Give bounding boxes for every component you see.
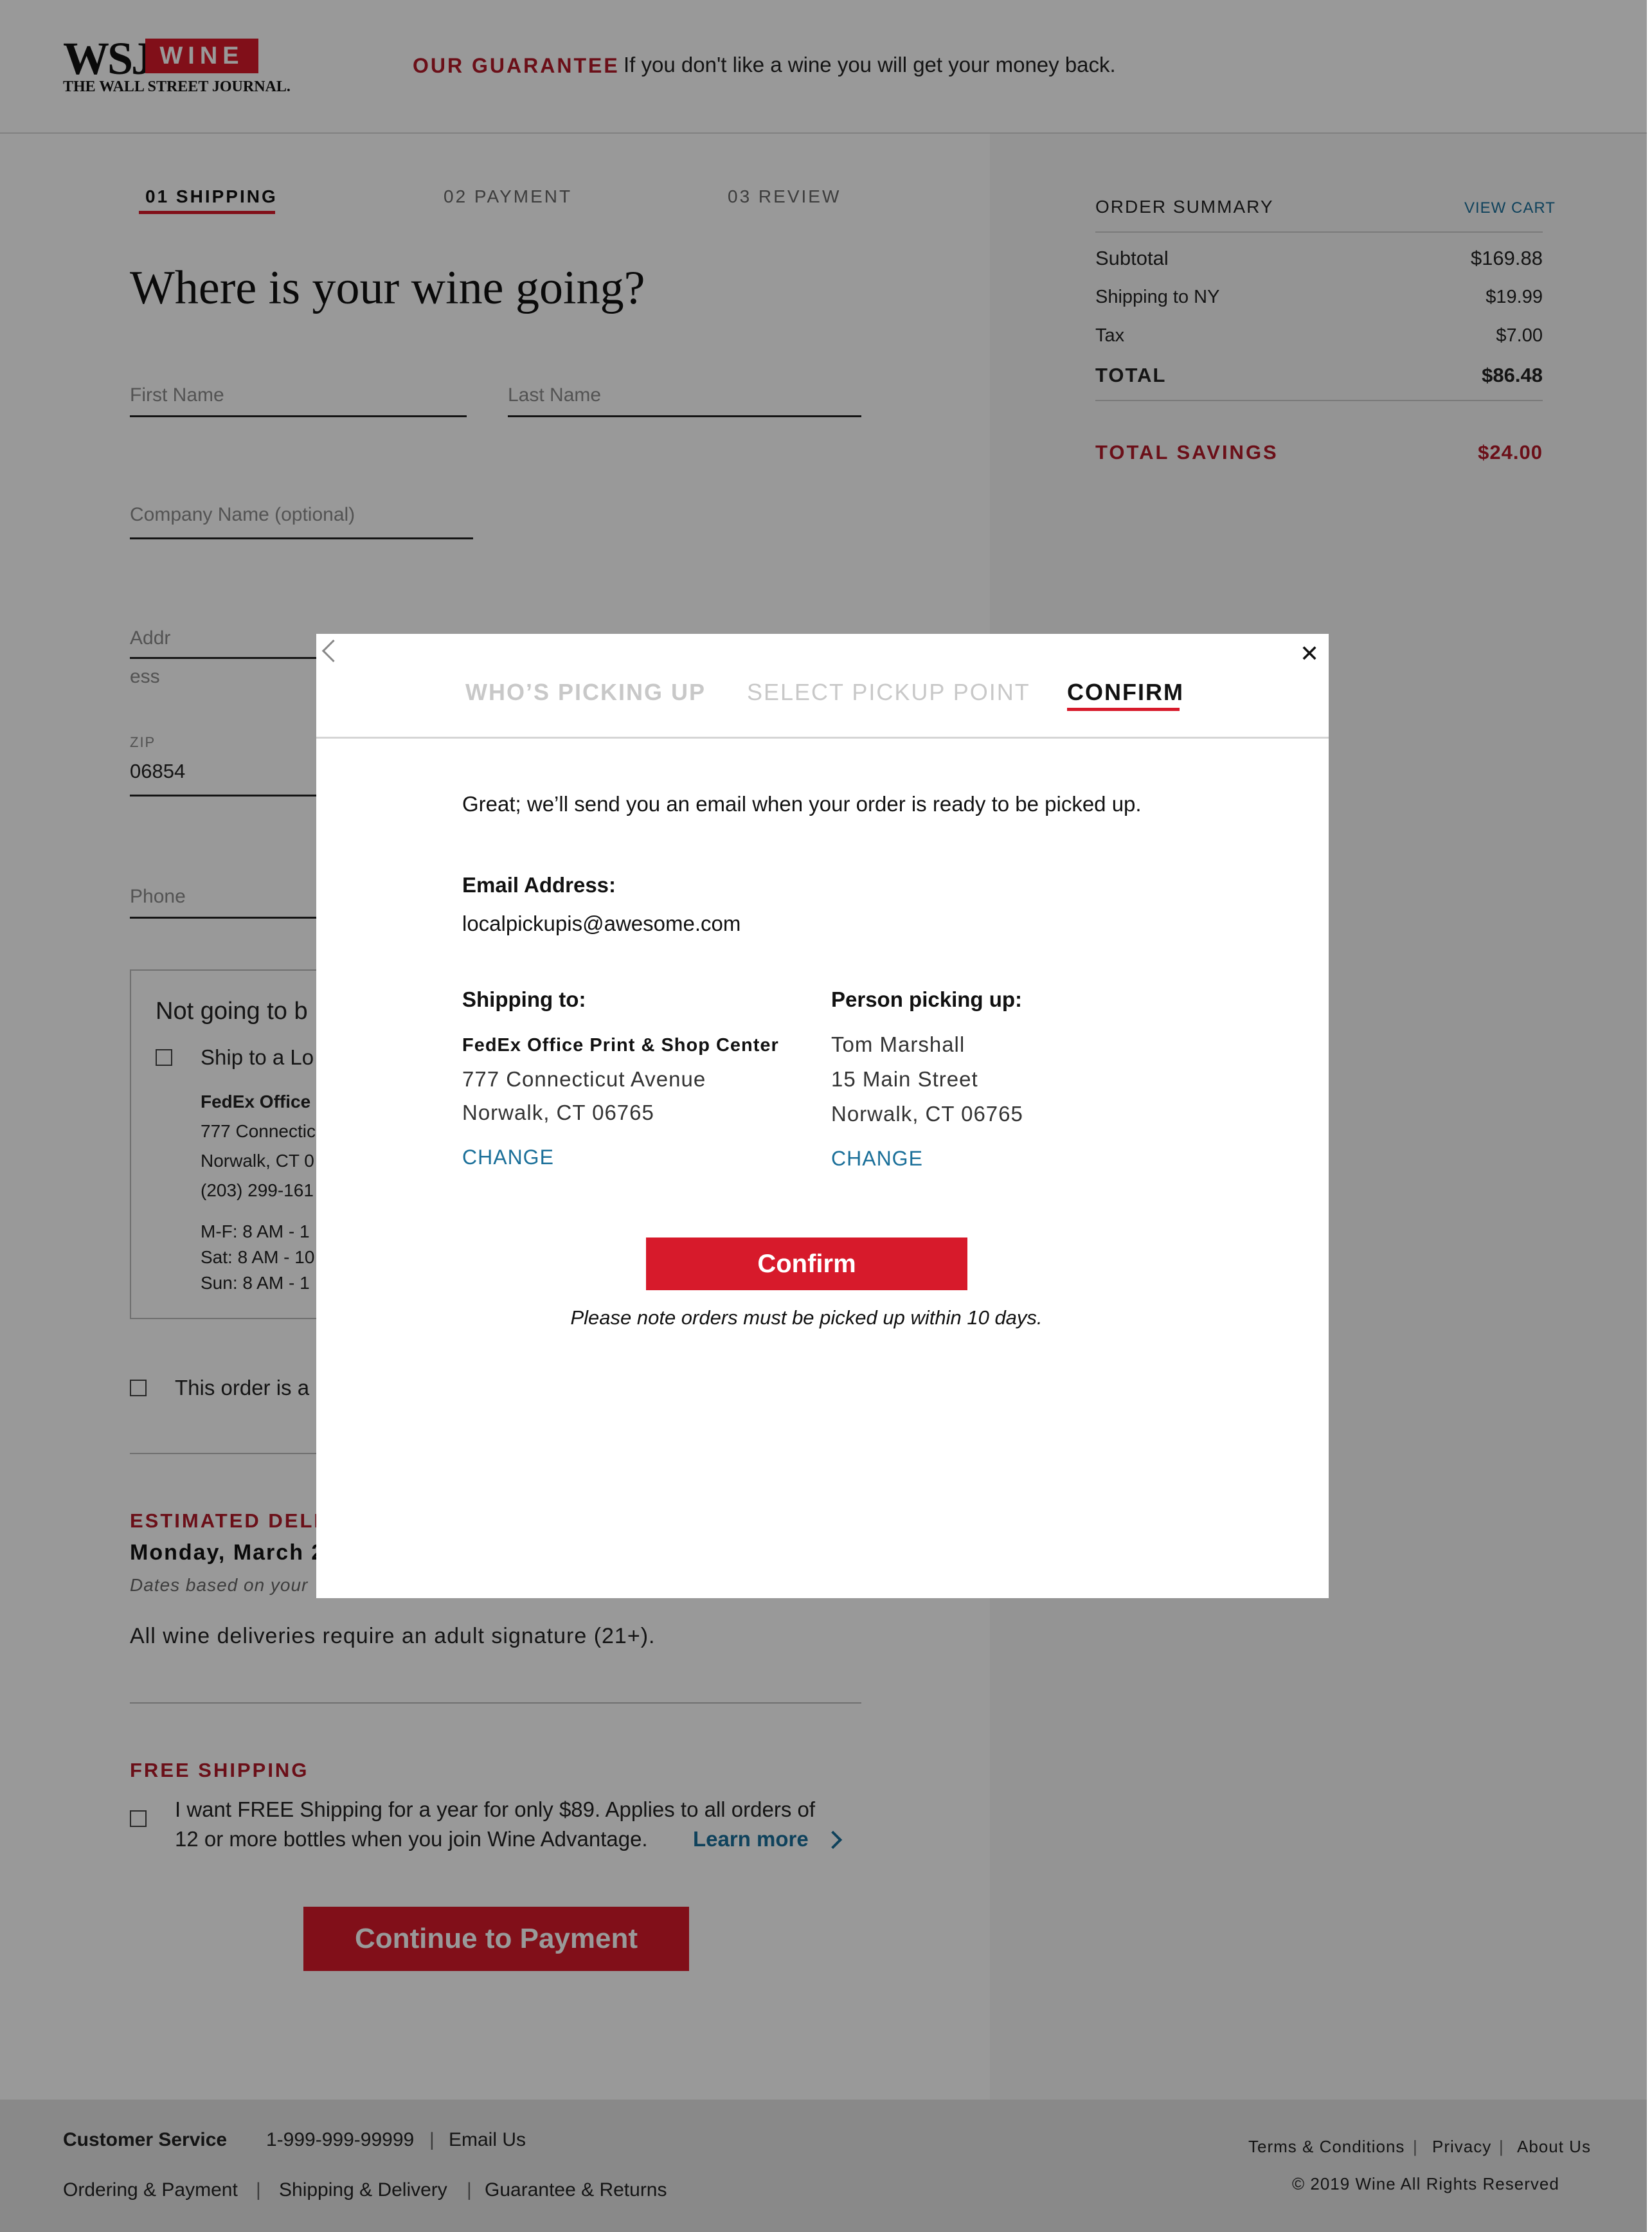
active-tab-indicator — [1067, 708, 1180, 711]
person-picking-up-label: Person picking up: — [831, 987, 1023, 1011]
tab-whos-picking-up[interactable]: WHO’S PICKING UP — [465, 679, 706, 706]
person-address-1: 15 Main Street — [831, 1067, 978, 1091]
change-person-link[interactable]: CHANGE — [831, 1147, 923, 1171]
tab-select-pickup-point[interactable]: SELECT PICKUP POINT — [747, 679, 1030, 706]
modal-tabs-divider — [316, 737, 1329, 739]
email-label: Email Address: — [462, 873, 616, 897]
scrollbar-track — [1647, 0, 1652, 2232]
close-icon[interactable]: ✕ — [1300, 640, 1319, 667]
pickup-deadline-note: Please note orders must be picked up wit… — [570, 1306, 1043, 1329]
confirm-message: Great; we’ll send you an email when your… — [462, 792, 1142, 816]
tab-confirm[interactable]: CONFIRM — [1067, 679, 1184, 706]
shipping-to-address-2: Norwalk, CT 06765 — [462, 1101, 654, 1124]
shipping-to-label: Shipping to: — [462, 987, 586, 1011]
person-name: Tom Marshall — [831, 1032, 965, 1056]
change-shipping-link[interactable]: CHANGE — [462, 1146, 554, 1169]
shipping-to-name: FedEx Office Print & Shop Center — [462, 1035, 779, 1056]
confirm-button[interactable]: Confirm — [646, 1238, 967, 1290]
shipping-to-address-1: 777 Connecticut Avenue — [462, 1067, 706, 1091]
person-address-2: Norwalk, CT 06765 — [831, 1102, 1023, 1126]
email-value: localpickupis@awesome.com — [462, 912, 741, 935]
